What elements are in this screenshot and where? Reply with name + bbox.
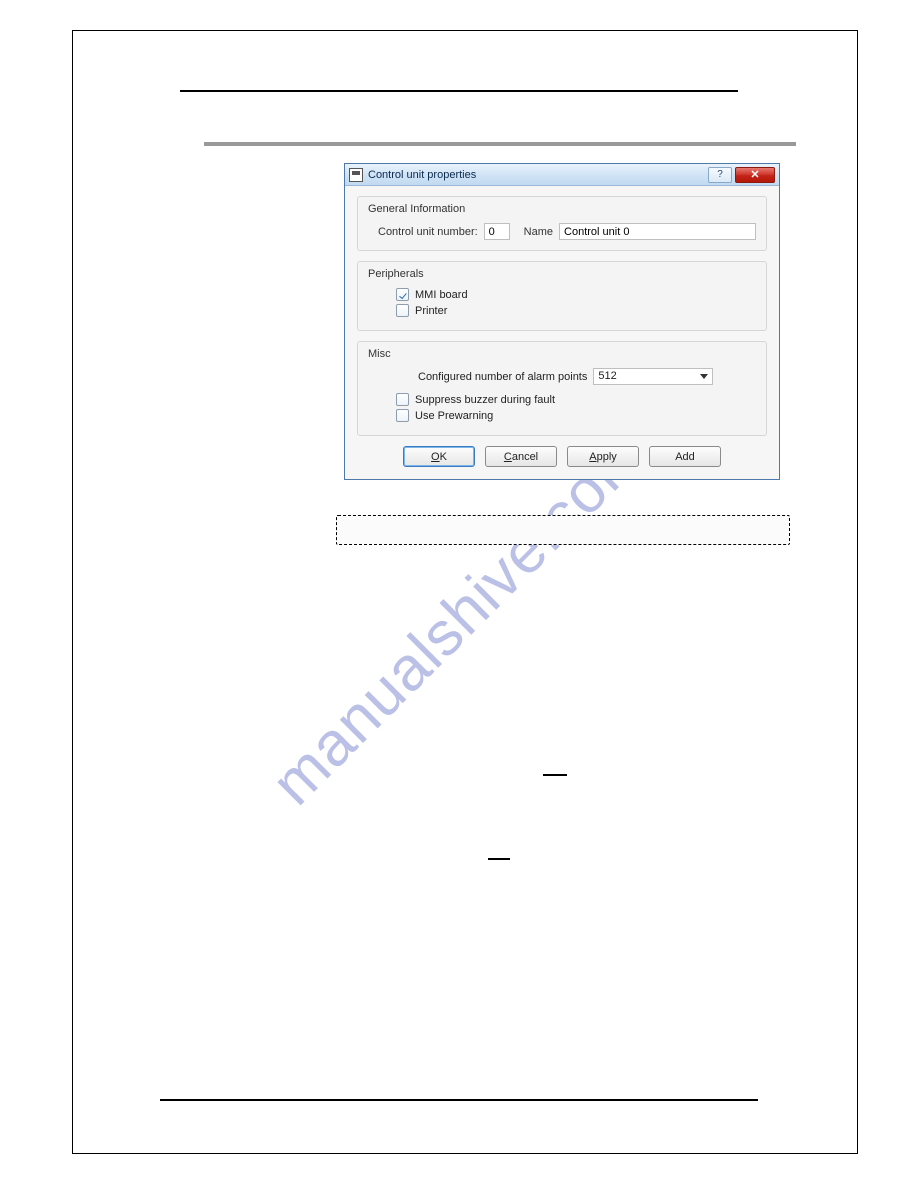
printer-row[interactable]: Printer <box>396 304 756 317</box>
apply-button[interactable]: Apply <box>567 446 639 467</box>
close-icon: ✕ <box>750 168 759 181</box>
mmi-board-checkbox[interactable] <box>396 288 409 301</box>
suppress-buzzer-checkbox[interactable] <box>396 393 409 406</box>
use-prewarning-label: Use Prewarning <box>415 410 493 422</box>
use-prewarning-checkbox[interactable] <box>396 409 409 422</box>
suppress-buzzer-label: Suppress buzzer during fault <box>415 394 555 406</box>
mmi-board-label: MMI board <box>415 289 468 301</box>
dialog-body: General Information Control unit number:… <box>345 186 779 479</box>
mmi-board-row[interactable]: MMI board <box>396 288 756 301</box>
name-label: Name <box>524 226 553 238</box>
alarm-points-select[interactable]: 512 <box>593 368 713 385</box>
titlebar[interactable]: Control unit properties ? ✕ <box>345 164 779 186</box>
cancel-button[interactable]: Cancel <box>485 446 557 467</box>
control-unit-properties-dialog: Control unit properties ? ✕ General Info… <box>344 163 780 480</box>
help-button[interactable]: ? <box>708 167 732 183</box>
dialog-title: Control unit properties <box>368 169 708 181</box>
misc-legend: Misc <box>368 348 756 360</box>
misc-group: Misc Configured number of alarm points 5… <box>357 341 767 436</box>
printer-checkbox[interactable] <box>396 304 409 317</box>
unit-number-input[interactable] <box>484 223 510 240</box>
suppress-buzzer-row[interactable]: Suppress buzzer during fault <box>396 393 756 406</box>
name-input[interactable] <box>559 223 756 240</box>
printer-label: Printer <box>415 305 447 317</box>
peripherals-legend: Peripherals <box>368 268 756 280</box>
footer-rule <box>160 1099 758 1101</box>
alarm-points-label: Configured number of alarm points <box>418 371 587 383</box>
chevron-down-icon <box>700 374 708 379</box>
help-icon: ? <box>717 169 723 180</box>
general-legend: General Information <box>368 203 756 215</box>
alarm-points-value: 512 <box>598 370 616 382</box>
small-rule-1 <box>543 774 567 776</box>
dashed-placeholder <box>336 515 790 545</box>
unit-number-label: Control unit number: <box>378 226 478 238</box>
button-row: OK Cancel Apply Add <box>357 446 767 467</box>
header-rule <box>180 90 738 92</box>
small-rule-2 <box>488 858 510 860</box>
divider-bar <box>204 142 796 146</box>
peripherals-group: Peripherals MMI board Printer <box>357 261 767 331</box>
system-menu-icon[interactable] <box>349 168 363 182</box>
ok-button[interactable]: OK <box>403 446 475 467</box>
general-information-group: General Information Control unit number:… <box>357 196 767 251</box>
close-button[interactable]: ✕ <box>735 167 775 183</box>
use-prewarning-row[interactable]: Use Prewarning <box>396 409 756 422</box>
add-button[interactable]: Add <box>649 446 721 467</box>
